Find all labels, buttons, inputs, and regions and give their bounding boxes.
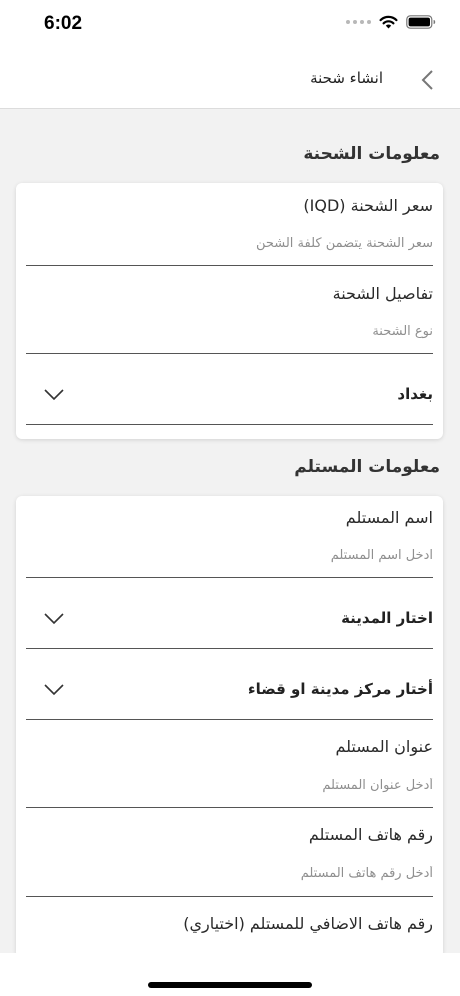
- shipment-price-input[interactable]: [26, 233, 433, 253]
- receiver-extra-phone-field: رقم هاتف الاضافي للمستلم (اختياري): [26, 897, 433, 958]
- receiver-section-title: معلومات المستلم: [294, 457, 440, 477]
- shipment-section-title: معلومات الشحنة: [303, 144, 440, 164]
- bottom-bar: [0, 953, 460, 996]
- status-bar: 6:02: [0, 0, 460, 50]
- shipment-details-input[interactable]: [26, 321, 433, 341]
- receiver-phone-label: رقم هاتف المستلم: [308, 825, 433, 844]
- receiver-phone-field: رقم هاتف المستلم: [26, 808, 433, 897]
- status-icons: [346, 15, 436, 29]
- receiver-name-field: اسم المستلم: [26, 496, 433, 578]
- receiver-name-input[interactable]: [26, 545, 433, 565]
- receiver-phone-input[interactable]: [26, 863, 433, 883]
- receiver-address-label: عنوان المستلم: [335, 737, 433, 756]
- chevron-left-icon: [421, 70, 433, 90]
- district-selected-value: أختار مركز مدينة او قضاء: [247, 680, 433, 698]
- chevron-down-icon: [44, 613, 64, 625]
- navigation-bar: انشاء شحنة: [0, 50, 460, 109]
- page-title: انشاء شحنة: [310, 69, 383, 87]
- city-select[interactable]: اختار المدينة: [26, 578, 433, 649]
- receiver-card: اسم المستلم اختار المدينة أختار مركز مدي…: [16, 496, 443, 958]
- receiver-address-field: عنوان المستلم: [26, 720, 433, 808]
- city-selected-value: اختار المدينة: [341, 609, 433, 627]
- shipment-price-field: سعر الشحنة (IQD): [26, 183, 433, 266]
- back-button[interactable]: [416, 68, 440, 92]
- governorate-select[interactable]: بغداد: [26, 354, 433, 425]
- battery-icon: [406, 15, 436, 29]
- home-indicator: [148, 982, 312, 988]
- shipment-price-label: سعر الشحنة (IQD): [303, 196, 433, 215]
- shipment-details-field: تفاصيل الشحنة: [26, 266, 433, 354]
- chevron-down-icon: [44, 389, 64, 401]
- status-time: 6:02: [44, 13, 83, 34]
- chevron-down-icon: [44, 684, 64, 696]
- receiver-extra-phone-label: رقم هاتف الاضافي للمستلم (اختياري): [183, 914, 433, 933]
- district-select[interactable]: أختار مركز مدينة او قضاء: [26, 649, 433, 720]
- cellular-signal-icon: [346, 20, 371, 24]
- governorate-selected-value: بغداد: [397, 385, 433, 403]
- receiver-name-label: اسم المستلم: [345, 508, 433, 527]
- shipment-details-label: تفاصيل الشحنة: [332, 284, 433, 303]
- receiver-address-input[interactable]: [26, 775, 433, 795]
- wifi-icon: [379, 15, 398, 29]
- shipment-card: سعر الشحنة (IQD) تفاصيل الشحنة بغداد: [16, 183, 443, 439]
